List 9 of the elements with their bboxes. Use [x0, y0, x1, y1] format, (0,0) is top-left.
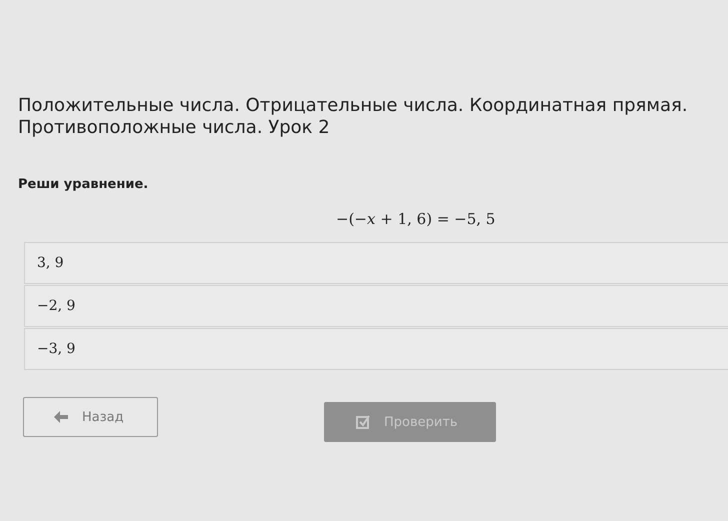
- arrow-left-icon: [54, 411, 68, 423]
- checkbox-icon: [356, 415, 370, 429]
- answer-option[interactable]: −3, 9: [24, 328, 728, 370]
- back-button[interactable]: Назад: [23, 397, 158, 437]
- equation: −(−x + 1, 6) = −5, 5: [336, 210, 496, 228]
- answer-option[interactable]: 3, 9: [24, 242, 728, 284]
- task-prompt: Реши уравнение.: [18, 177, 150, 192]
- answer-option[interactable]: −2, 9: [24, 285, 728, 327]
- lesson-title: Положительные числа. Отрицательные числа. Координатная прямая. Противоположные числа. Урок 2: [18, 95, 689, 139]
